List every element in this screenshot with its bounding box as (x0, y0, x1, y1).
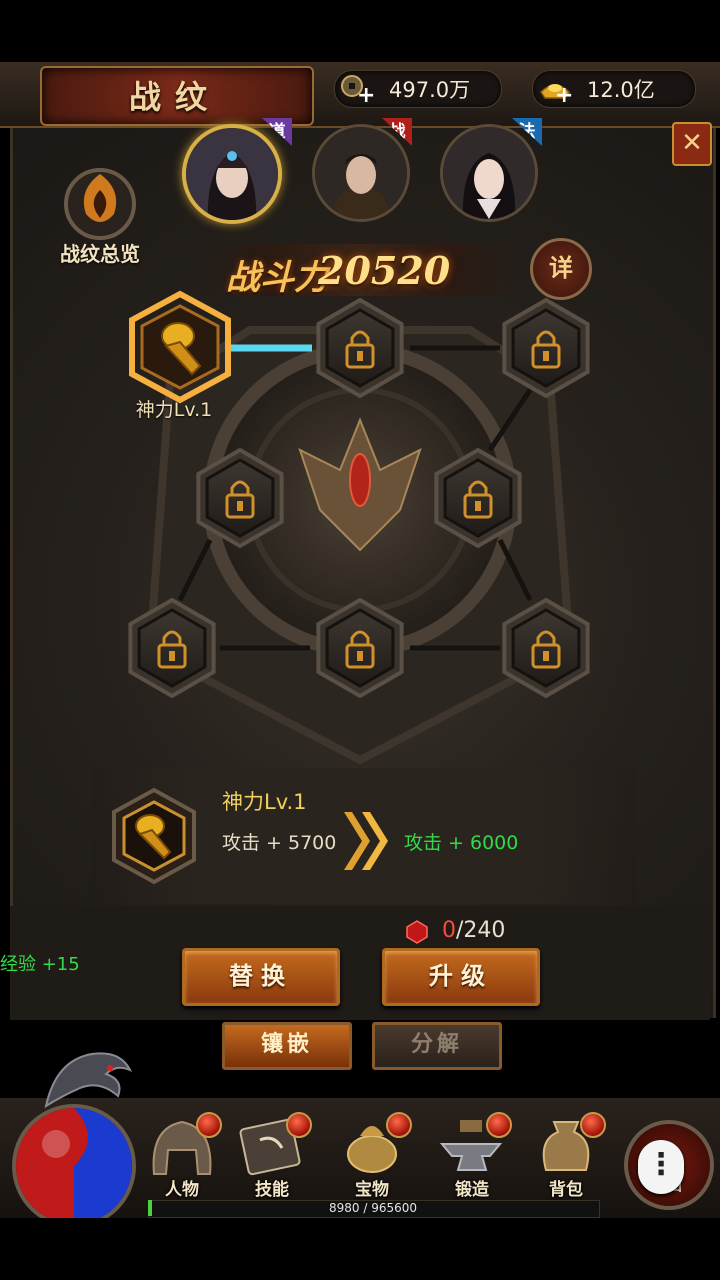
nav-bar-bottom (0, 1218, 720, 1280)
nav-skill[interactable]: 技能 (230, 1110, 314, 1200)
close-button[interactable]: ✕ (672, 122, 712, 166)
replace-button[interactable]: 替换 (182, 948, 340, 1006)
rune-node-label: 神力Lv.1 (136, 399, 212, 421)
notification-dot (386, 1112, 412, 1138)
upgrade-button[interactable]: 升级 (382, 948, 540, 1006)
nav-label: 宝物 (355, 1180, 389, 1200)
copper-resource[interactable]: + 497.0万 (334, 70, 502, 108)
rune-node-power[interactable] (129, 290, 231, 404)
rune-overview-emblem-icon[interactable] (52, 160, 148, 240)
nav-treasure[interactable]: 宝物 (330, 1110, 414, 1200)
notification-dot (580, 1112, 606, 1138)
exp-bar-text: 8980 / 965600 (328, 1201, 418, 1215)
rune-board: 神力Lv.1 (128, 290, 590, 765)
more-options-button[interactable]: ⋮ (638, 1140, 684, 1194)
rune-info-icon (112, 787, 196, 885)
cost-total: /240 (456, 918, 506, 943)
nav-forge[interactable]: 锻造 (430, 1110, 514, 1200)
rune-name: 神力Lv.1 (222, 790, 307, 814)
double-arrow-icon (344, 812, 388, 870)
copper-amount: 497.0万 (389, 78, 471, 102)
tab-decompose[interactable]: 分解 (372, 1022, 502, 1070)
notification-dot (286, 1112, 312, 1138)
nav-label: 背包 (549, 1180, 583, 1200)
gold-resource[interactable]: + 12.0亿 (532, 70, 696, 108)
control-area (10, 906, 710, 1020)
nav-bag[interactable]: 背包 (524, 1110, 608, 1200)
hero-portrait-icon (443, 127, 535, 219)
nav-label: 锻造 (455, 1180, 489, 1200)
gold-amount: 12.0亿 (587, 78, 655, 102)
upgrade-cost: 0/240 (442, 918, 505, 943)
hero-avatar-taoist[interactable] (182, 124, 282, 224)
dragon-ornament-icon (44, 1052, 133, 1109)
hp-mp-orb (12, 1104, 136, 1228)
copper-coin-icon: + (339, 74, 376, 108)
add-icon: + (357, 83, 376, 108)
nav-character[interactable]: 人物 (140, 1110, 224, 1200)
add-icon: + (555, 83, 574, 108)
hero-avatar-mage[interactable] (440, 124, 538, 222)
current-attack: 攻击 + 5700 (222, 832, 337, 854)
close-icon: ✕ (681, 128, 703, 158)
notification-dot (486, 1112, 512, 1138)
status-bar (0, 0, 720, 62)
page-title: 战纹 (128, 78, 221, 116)
rune-overview-label[interactable]: 战纹总览 (30, 238, 170, 267)
exp-gain: 经验 +15 (0, 954, 80, 975)
nav-label: 技能 (255, 1180, 289, 1200)
gold-ingot-icon: + (537, 74, 574, 108)
red-gem-icon (406, 920, 428, 944)
more-icon: ⋮ (646, 1147, 676, 1182)
nav-label: 人物 (165, 1180, 199, 1200)
power-value: 20520 (318, 248, 451, 293)
next-attack: 攻击 + 6000 (404, 832, 519, 854)
hero-portrait-icon (186, 128, 278, 220)
cost-current: 0 (442, 918, 456, 943)
hero-avatar-warrior[interactable] (312, 124, 410, 222)
hero-portrait-icon (315, 127, 407, 219)
notification-dot (196, 1112, 222, 1138)
tab-inlay[interactable]: 镶嵌 (222, 1022, 352, 1070)
